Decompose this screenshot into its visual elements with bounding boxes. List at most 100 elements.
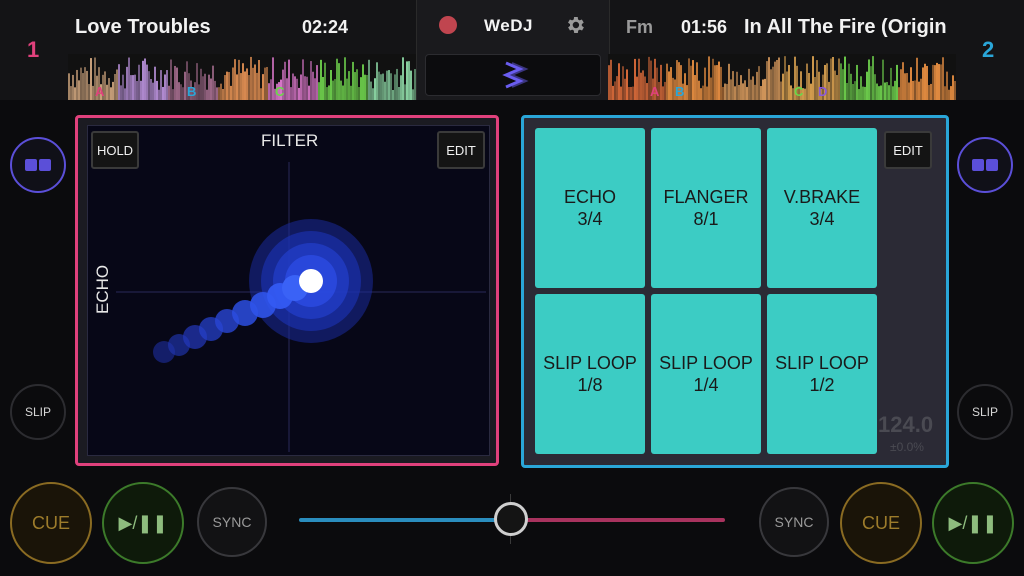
browse-waveform-button[interactable]	[425, 54, 601, 96]
waveform-bar	[252, 67, 254, 100]
deck-1-cue-b[interactable]: B	[187, 84, 196, 99]
waveform-bar	[948, 89, 950, 100]
waveform-bar	[310, 61, 312, 100]
xy-pad[interactable]	[87, 125, 490, 456]
waveform-bar	[322, 77, 324, 100]
waveform-bar	[184, 71, 186, 100]
waveform-bar	[720, 66, 722, 100]
app-logo: WeDJ	[484, 16, 533, 35]
waveform-bar	[382, 73, 384, 100]
waveform-bar	[288, 59, 290, 100]
waveform-bar	[774, 61, 776, 100]
waveform-bar	[616, 76, 618, 100]
fx-pad-name: SLIP LOOP	[543, 353, 637, 373]
fx-pad-slip-loop-1-8[interactable]: SLIP LOOP 1/8	[535, 294, 645, 454]
waveform-bar	[138, 64, 140, 100]
deck-2-cue-c[interactable]: C	[794, 84, 803, 99]
waveform-bar	[884, 82, 886, 100]
fx-edit-button[interactable]: EDIT	[884, 131, 932, 169]
gear-icon[interactable]	[564, 14, 586, 36]
waveform-bar	[804, 88, 806, 100]
waveform-bar	[624, 78, 626, 100]
deck-2-cue-button[interactable]: CUE	[840, 482, 922, 564]
crossfader-track-right	[512, 518, 725, 522]
waveform-bar	[636, 76, 638, 100]
deck-1-play-pause-button[interactable]: ▶/❚❚	[102, 482, 184, 564]
deck-2-mode-button[interactable]	[957, 137, 1013, 193]
deck-2-cue-a[interactable]: A	[650, 84, 659, 99]
fx-pad-slip-loop-1-4[interactable]: SLIP LOOP 1/4	[651, 294, 761, 454]
xy-pad-cursor[interactable]	[299, 269, 323, 293]
fx-pad-vbrake[interactable]: V.BRAKE 3/4	[767, 128, 877, 288]
waveform-bar	[934, 65, 936, 100]
crossfader-knob[interactable]	[494, 502, 528, 536]
deck-2-play-pause-button[interactable]: ▶/❚❚	[932, 482, 1014, 564]
waveform-bar	[90, 58, 92, 100]
waveform-bar	[692, 60, 694, 100]
waveform-bar	[406, 61, 408, 100]
deck-1-cue-c[interactable]: C	[275, 84, 284, 99]
waveform-bar	[728, 63, 730, 100]
waveform-bar	[228, 72, 230, 100]
deck-2-cue-b[interactable]: B	[675, 84, 684, 99]
deck-2-sync-button[interactable]: SYNC	[759, 487, 829, 557]
hold-button[interactable]: HOLD	[91, 131, 139, 169]
waveform-bar	[298, 87, 300, 100]
bpm-readout: 124.0	[878, 412, 934, 437]
waveform-bar	[226, 71, 228, 100]
xy-x-axis-label: FILTER	[261, 131, 319, 150]
waveform-bar	[936, 62, 938, 100]
waveform-bar	[850, 73, 852, 100]
deck-1-waveform[interactable]	[68, 54, 416, 100]
waveform-bar	[258, 59, 260, 100]
waveform-bar	[354, 72, 356, 100]
waveform-bar	[620, 86, 622, 100]
waveform-bar	[780, 81, 782, 100]
waveform-bar	[236, 74, 238, 100]
deck-1-track-title[interactable]: Love Troubles	[75, 16, 275, 39]
waveform-bar	[916, 57, 918, 100]
waveform-bar	[240, 73, 242, 100]
waveform-bar	[178, 82, 180, 100]
waveform-bar	[154, 66, 156, 100]
waveform-bar	[392, 89, 394, 100]
waveform-bar	[230, 85, 232, 100]
waveform-bar	[92, 85, 94, 100]
fx-pad-echo[interactable]: ECHO 3/4	[535, 128, 645, 288]
waveform-bar	[220, 83, 222, 100]
deck-2-cue-d[interactable]: D	[818, 84, 827, 99]
fx-pad-value: 1/4	[693, 375, 719, 395]
waveform-bar	[672, 77, 674, 100]
xy-edit-button[interactable]: EDIT	[437, 131, 485, 169]
deck-1-cue-a[interactable]: A	[95, 84, 104, 99]
waveform-bar	[900, 69, 902, 100]
waveform-bar	[286, 78, 288, 100]
deck-2-slip-button[interactable]: SLIP	[957, 384, 1013, 440]
waveform-bar	[716, 65, 718, 100]
waveform-bar	[946, 71, 948, 100]
waveform-bar	[914, 80, 916, 100]
waveform-bar	[324, 62, 326, 100]
deck-1-cue-button[interactable]: CUE	[10, 482, 92, 564]
waveform-bar	[928, 85, 930, 100]
deck-2-track-title[interactable]: In All The Fire (Origin	[744, 16, 950, 39]
fx-pad-slip-loop-1-2[interactable]: SLIP LOOP 1/2	[767, 294, 877, 454]
waveform-bar	[714, 65, 716, 100]
waveform-bar	[388, 70, 390, 100]
waveform-bar	[764, 78, 766, 100]
waveform-bar	[890, 67, 892, 100]
waveform-bar	[908, 82, 910, 100]
waveform-bar	[852, 83, 854, 100]
deck-1-mode-button[interactable]	[10, 137, 66, 193]
deck-1-sync-button[interactable]: SYNC	[197, 487, 267, 557]
waveform-bar	[390, 73, 392, 100]
waveform-bar	[238, 59, 240, 100]
fx-pad-flanger[interactable]: FLANGER 8/1	[651, 128, 761, 288]
record-button[interactable]	[439, 16, 457, 34]
waveform-bar	[78, 80, 80, 100]
deck-2-waveform[interactable]	[608, 54, 956, 100]
waveform-bar	[88, 84, 90, 100]
deck-1-slip-button[interactable]: SLIP	[10, 384, 66, 440]
waveform-bar	[920, 78, 922, 100]
waveform-bar	[218, 87, 220, 100]
